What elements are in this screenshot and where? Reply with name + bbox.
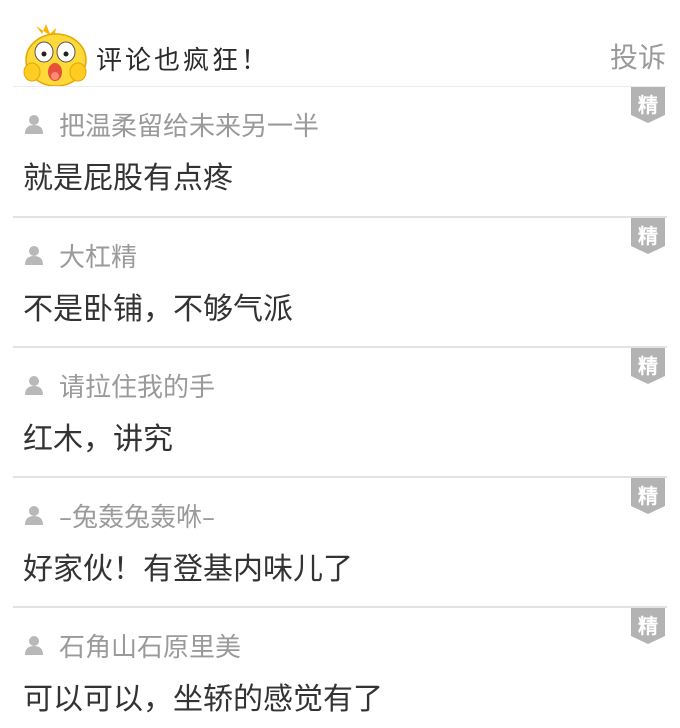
comment-text: 可以可以，坐轿的感觉有了 [23,682,383,717]
comment-author[interactable]: –兔轰兔轰咻– [59,497,215,534]
page-title: 评论也疯狂！ [96,46,271,76]
comment-author[interactable]: 把温柔留给未来另一半 [59,106,319,143]
featured-badge-icon: 精 [631,608,665,644]
author-row: –兔轰兔轰咻– [23,497,215,534]
user-icon [23,244,45,266]
featured-badge-label: 精 [638,224,658,248]
comment-text: 就是屁股有点疼 [23,161,233,196]
author-row: 把温柔留给未来另一半 [23,106,319,143]
featured-badge-icon: 精 [631,348,665,384]
author-row: 大杠精 [23,237,137,274]
comment-author[interactable]: 请拉住我的手 [59,367,215,404]
author-row: 请拉住我的手 [23,367,215,404]
comment-list: 把温柔留给未来另一半 就是屁股有点疼 精 大杠精 不是卧铺，不够气派 精 请拉住… [0,86,680,728]
featured-badge-label: 精 [638,354,658,378]
featured-badge-icon: 精 [631,478,665,514]
featured-badge-icon: 精 [631,218,665,254]
user-icon [23,374,45,396]
comment-author[interactable]: 大杠精 [59,237,137,274]
comment-item: –兔轰兔轰咻– 好家伙！有登基内味儿了 精 [13,476,667,606]
author-row: 石角山石原里美 [23,627,241,664]
header: 评论也疯狂！ 投诉 [0,0,680,88]
comment-text: 好家伙！有登基内味儿了 [23,552,353,587]
featured-badge-icon: 精 [631,87,665,123]
comment-text: 红木，讲究 [23,422,173,457]
user-icon [23,634,45,656]
comment-author[interactable]: 石角山石原里美 [59,627,241,664]
featured-badge-label: 精 [638,93,658,117]
comment-item: 大杠精 不是卧铺，不够气派 精 [13,216,667,346]
featured-badge-label: 精 [638,484,658,508]
report-button[interactable]: 投诉 [610,36,666,76]
user-icon [23,504,45,526]
mascot-icon [22,20,90,87]
comment-item: 石角山石原里美 可以可以，坐轿的感觉有了 精 [13,606,667,728]
comment-item: 请拉住我的手 红木，讲究 精 [13,346,667,476]
user-icon [23,113,45,135]
comment-text: 不是卧铺，不够气派 [23,292,293,327]
comment-item: 把温柔留给未来另一半 就是屁股有点疼 精 [13,86,667,216]
featured-badge-label: 精 [638,614,658,638]
